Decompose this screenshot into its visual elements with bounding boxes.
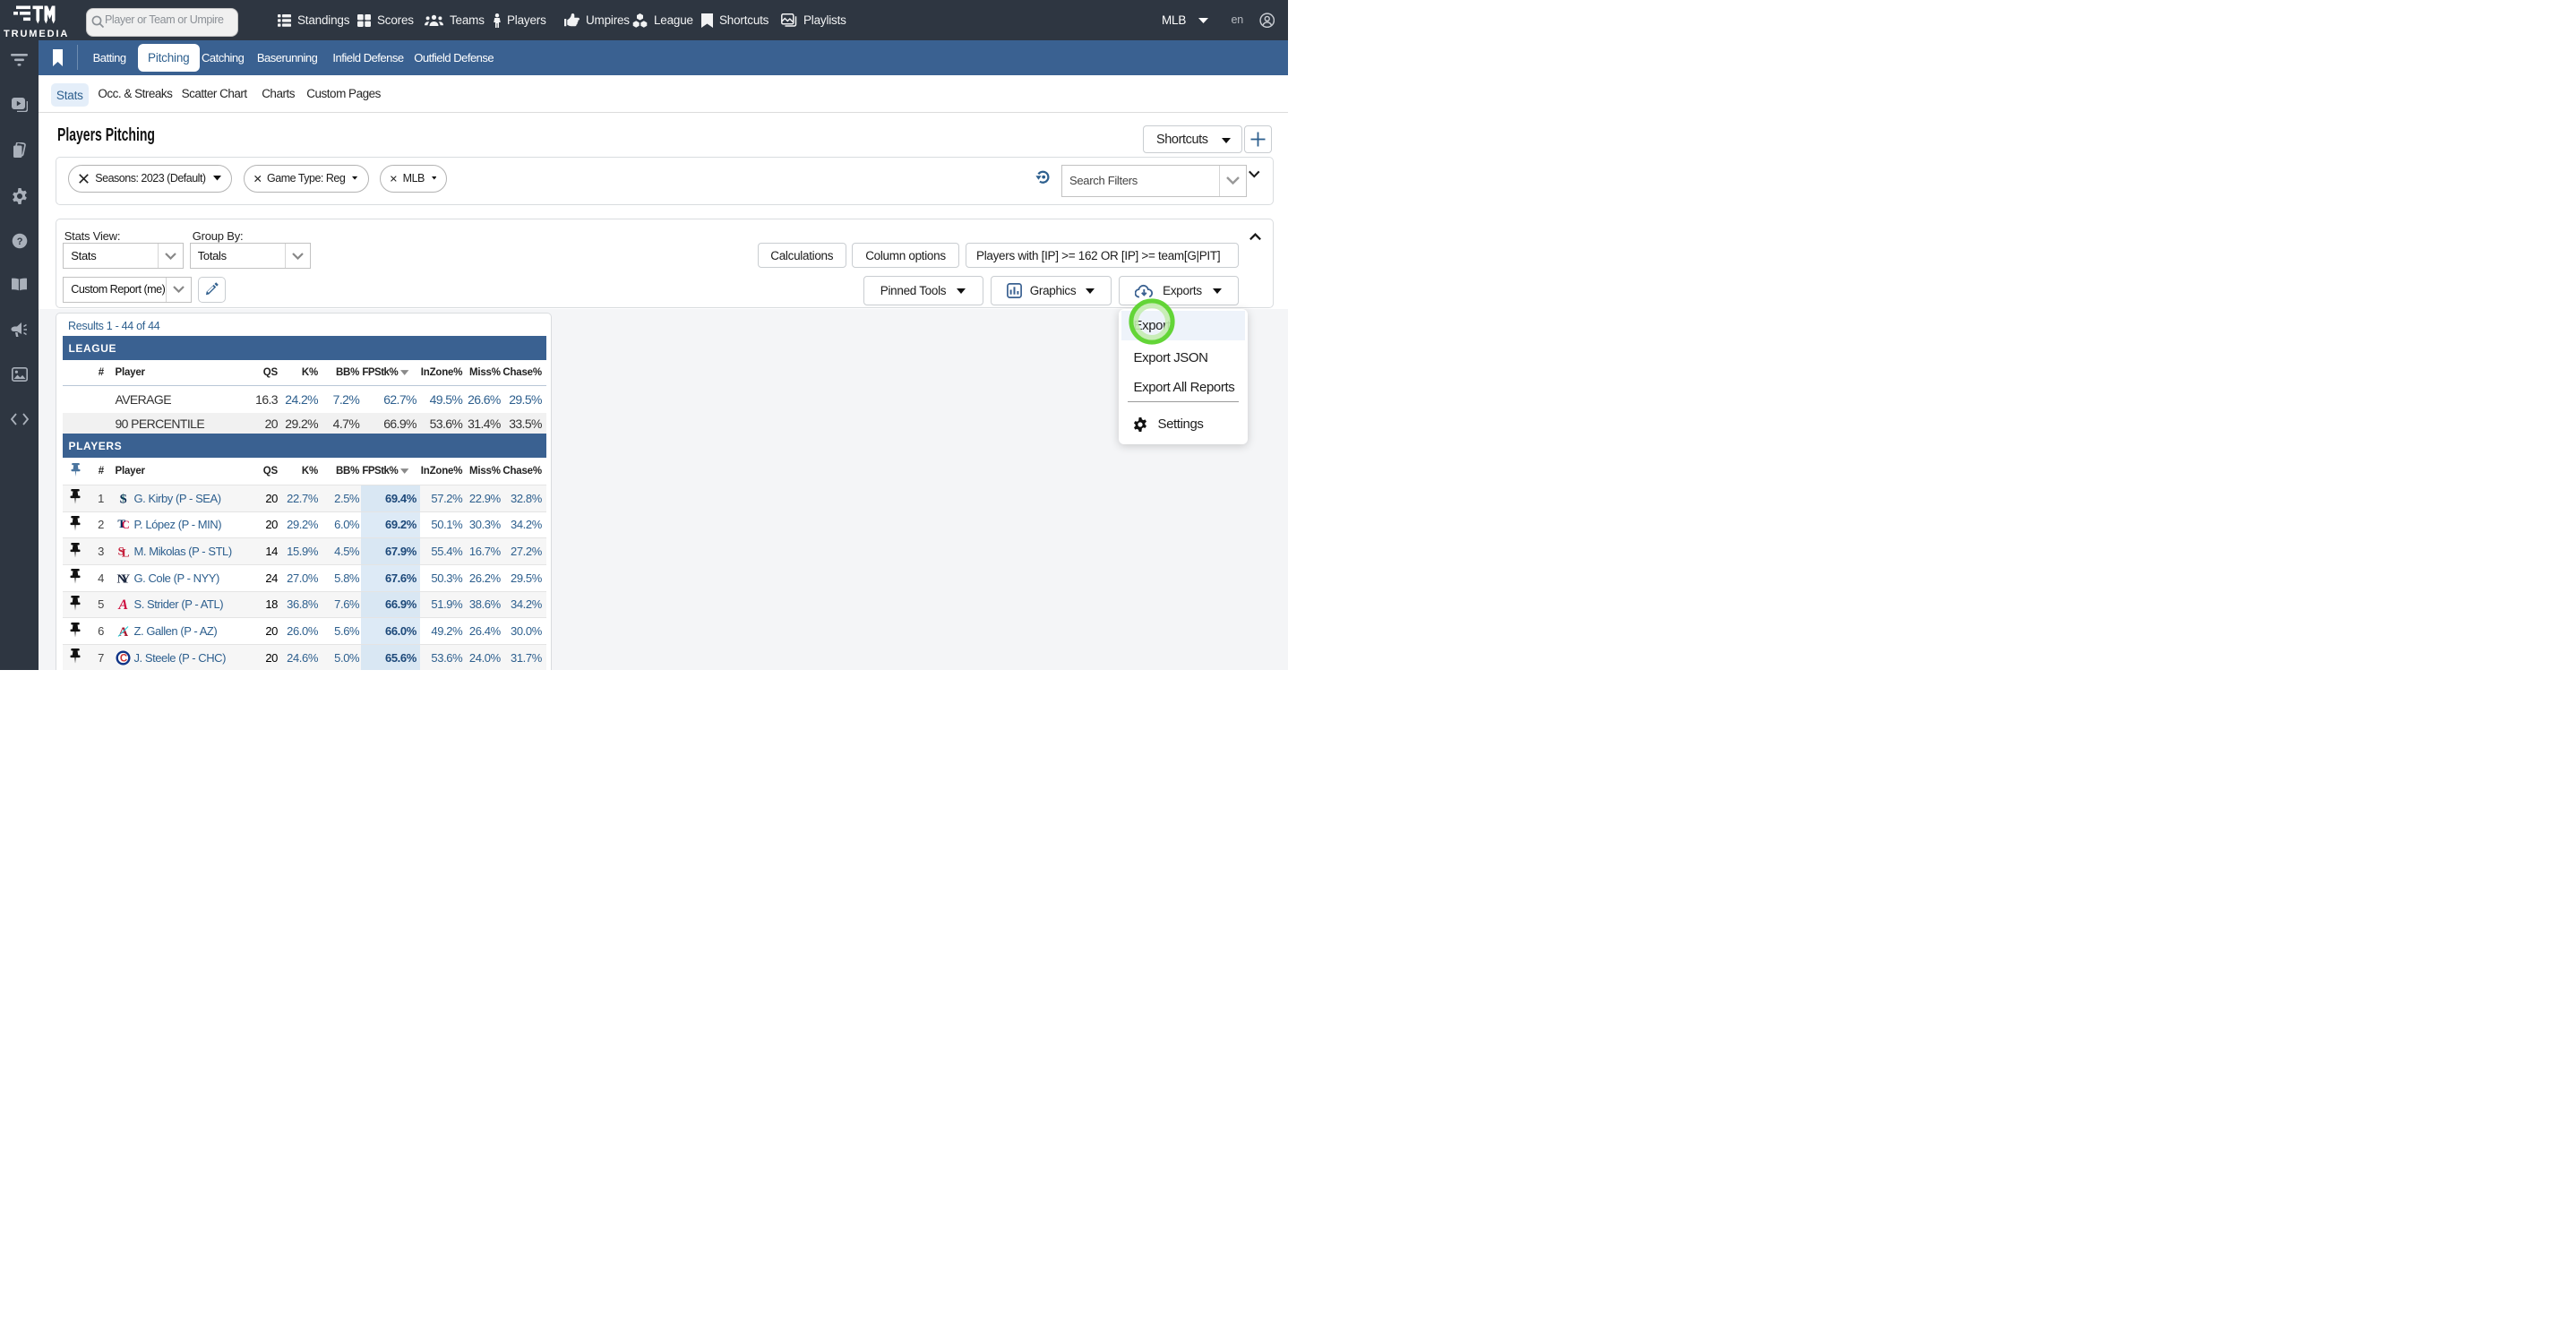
svg-text:A: A: [117, 597, 128, 612]
svg-text:?: ?: [16, 236, 22, 247]
svg-text:Y: Y: [120, 572, 129, 586]
svg-text:T: T: [117, 517, 125, 530]
svg-text:L: L: [121, 546, 129, 560]
svg-text:C: C: [119, 654, 126, 665]
